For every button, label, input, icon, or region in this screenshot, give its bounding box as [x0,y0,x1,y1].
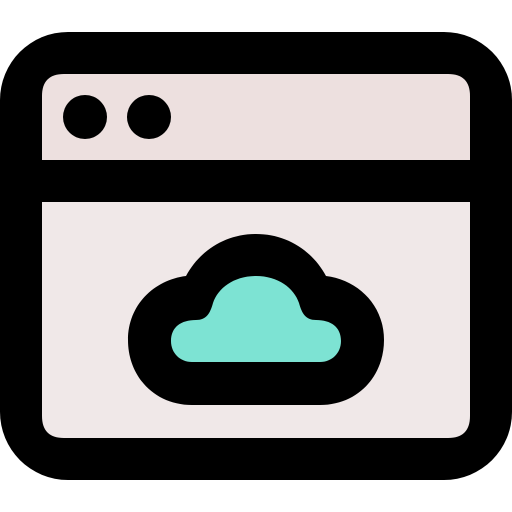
cloud-browser-window-icon [0,0,512,512]
icon-svg [0,32,512,480]
window-control-dot-1 [63,95,107,139]
window-control-dot-2 [127,95,171,139]
